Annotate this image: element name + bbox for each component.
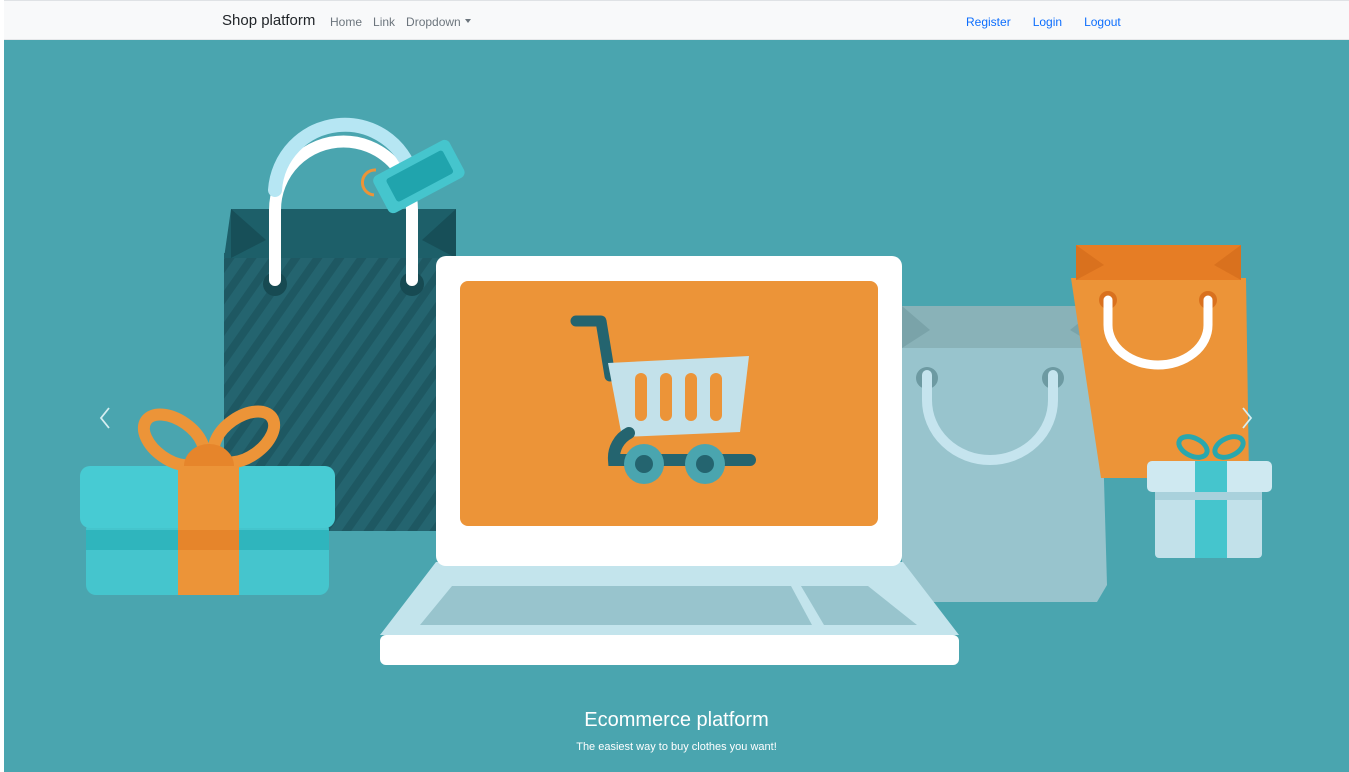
nav-dropdown-label: Dropdown xyxy=(406,15,461,29)
login-link[interactable]: Login xyxy=(1033,15,1062,29)
top-navbar: Shop platform Home Link Dropdown Registe… xyxy=(4,0,1349,40)
laptop-image xyxy=(380,256,959,665)
carousel-next-button[interactable] xyxy=(1239,405,1255,431)
grey-shopping-bag-image xyxy=(902,306,1107,602)
nav-links: Home Link Dropdown xyxy=(330,15,482,29)
hero-carousel: Ecommerce platform The easiest way to bu… xyxy=(4,40,1349,772)
chevron-left-icon xyxy=(99,407,110,429)
caret-down-icon xyxy=(464,19,471,23)
ecommerce-illustration xyxy=(80,117,1272,665)
nav-link-link[interactable]: Link xyxy=(373,15,395,29)
chevron-right-icon xyxy=(1242,407,1253,429)
auth-links: Register Login Logout xyxy=(966,15,1143,29)
page: Shop platform Home Link Dropdown Registe… xyxy=(4,0,1349,772)
carousel-caption-subtitle: The easiest way to buy clothes you want! xyxy=(576,741,777,753)
register-link[interactable]: Register xyxy=(966,15,1011,29)
nav-dropdown-toggle[interactable]: Dropdown xyxy=(406,15,471,29)
carousel-caption-title: Ecommerce platform xyxy=(584,709,769,731)
carousel-prev-button[interactable] xyxy=(97,405,113,431)
nav-home-link[interactable]: Home xyxy=(330,15,362,29)
brand-link[interactable]: Shop platform xyxy=(222,12,315,29)
logout-link[interactable]: Logout xyxy=(1084,15,1121,29)
